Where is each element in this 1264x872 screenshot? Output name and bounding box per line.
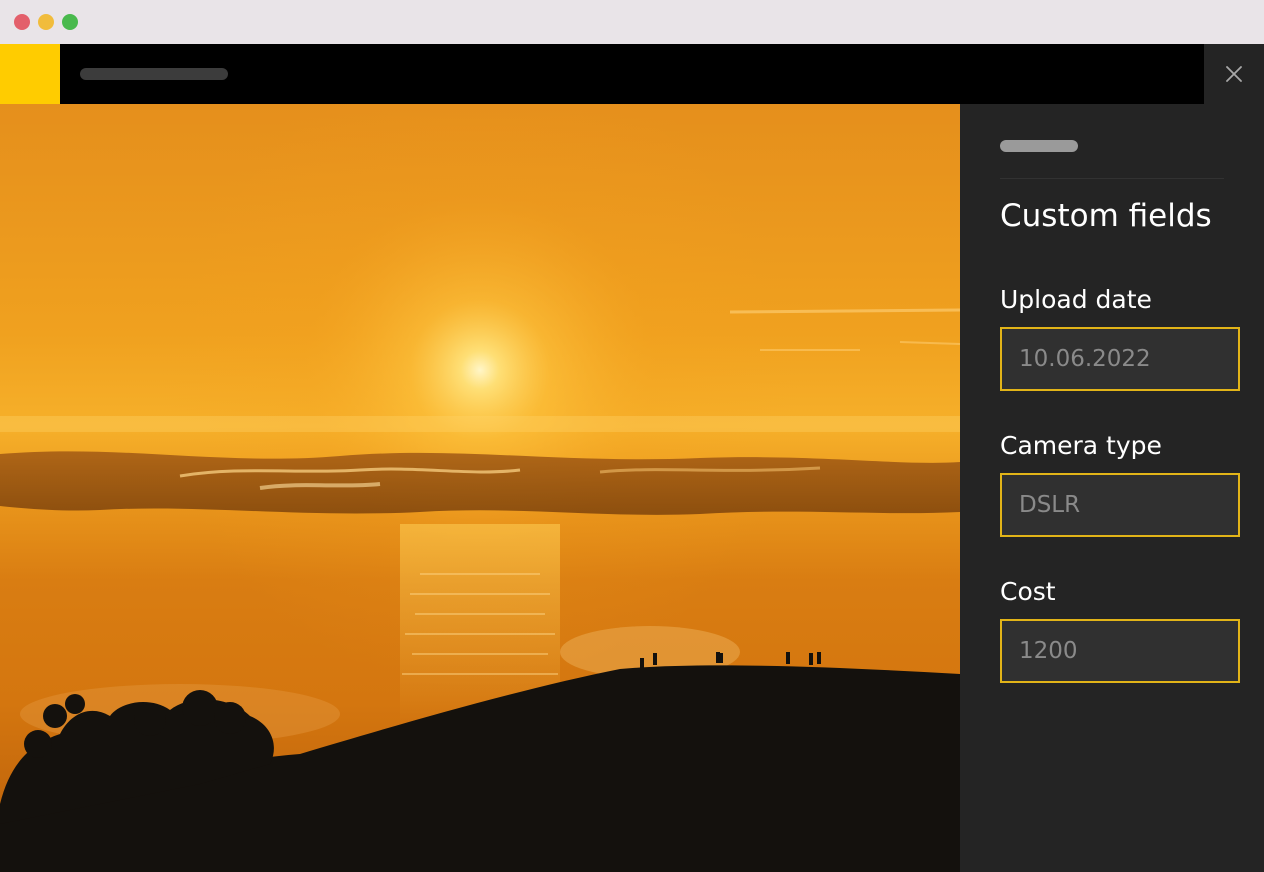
upload-date-label: Upload date [1000,285,1152,314]
close-button[interactable] [1204,44,1264,104]
panel-heading: Custom fields [1000,198,1212,234]
camera-type-label: Camera type [1000,431,1162,460]
window-titlebar [0,0,1264,44]
panel-handle[interactable] [1000,140,1078,152]
cost-label: Cost [1000,577,1056,606]
panel-divider [1000,178,1224,179]
top-bar [0,44,1204,104]
window-minimize-button[interactable] [38,14,54,30]
brand-logo [0,44,60,104]
window-maximize-button[interactable] [62,14,78,30]
upload-date-input[interactable]: 10.06.2022 [1000,327,1240,391]
sunset-photo [0,104,960,872]
cost-input[interactable]: 1200 [1000,619,1240,683]
title-placeholder [80,68,228,80]
camera-type-input[interactable]: DSLR [1000,473,1240,537]
custom-fields-panel: Custom fields Upload date 10.06.2022 Cam… [960,104,1264,872]
app-window: Custom fields Upload date 10.06.2022 Cam… [0,0,1264,872]
close-icon [1226,66,1242,82]
window-close-button[interactable] [14,14,30,30]
